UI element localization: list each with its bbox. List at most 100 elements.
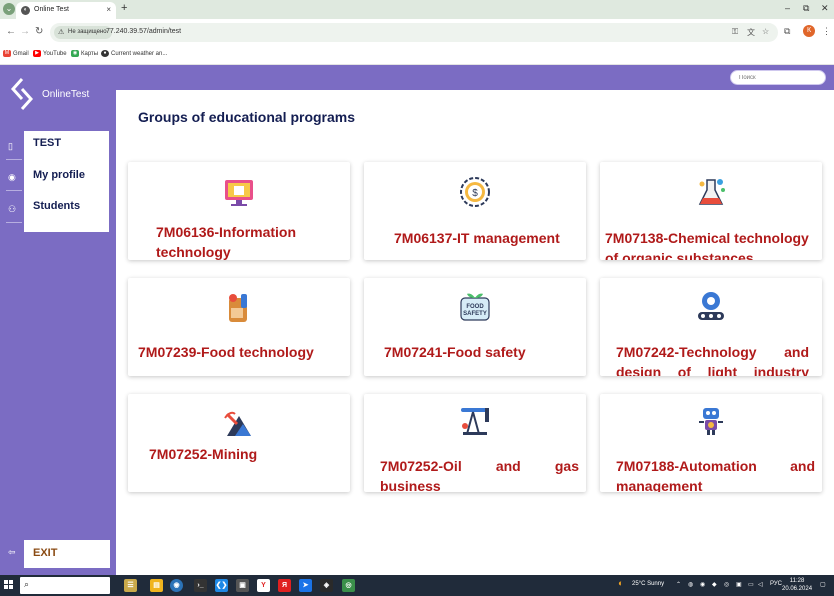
language-indicator[interactable]: РУС	[770, 581, 782, 587]
program-card[interactable]: 7M07252-Mining	[128, 394, 350, 492]
bookmark-gmail[interactable]: M Gmail	[3, 50, 29, 57]
tab-close-icon[interactable]: ×	[106, 5, 111, 14]
translate-icon[interactable]: 文	[747, 27, 755, 38]
sidebar-item-students[interactable]: Students	[33, 200, 80, 212]
app-icon[interactable]: ◈	[320, 579, 333, 592]
program-card[interactable]: 7M07239-Food technology	[128, 278, 350, 376]
vscode-icon[interactable]: ❮❯	[215, 579, 228, 592]
youtube-icon: ▶	[33, 50, 41, 57]
group-icon[interactable]: ⚇	[8, 204, 16, 215]
chrome-active-icon[interactable]: ◎	[342, 579, 355, 592]
clock-time: 11:28	[789, 578, 805, 584]
taskbar-search[interactable]: ⌕	[20, 577, 110, 594]
browser-toolbar: ← → ↻ ⚠ Не защищено 77.240.39.57/admin/t…	[0, 19, 834, 46]
chrome-app-icon[interactable]: ◉	[170, 579, 183, 592]
taskbar-widget-icon[interactable]: ☰	[124, 579, 137, 592]
svg-text:FOOD: FOOD	[466, 304, 484, 310]
program-card[interactable]: FOOD SAFETY 7M07241-Food safety	[364, 278, 586, 376]
photos-icon[interactable]: ▣	[236, 579, 249, 592]
program-card[interactable]: 7M07188-Automation and management	[600, 394, 822, 492]
user-icon[interactable]: ◉	[8, 172, 16, 183]
sidebar-menu: TEST My profile Students	[24, 131, 109, 232]
bookmark-youtube[interactable]: ▶ YouTube	[33, 50, 67, 57]
browser-menu-icon[interactable]: ⋮	[822, 26, 831, 37]
program-label: 7M07242-Technology and design of light i…	[616, 344, 809, 376]
bookmark-label: Gmail	[13, 50, 29, 57]
program-card[interactable]: 7M07242-Technology and design of light i…	[600, 278, 822, 376]
forward-arrow-icon[interactable]: →	[20, 26, 30, 37]
volume-icon[interactable]: ◁	[758, 581, 763, 588]
back-arrow-icon[interactable]: ←	[6, 26, 16, 37]
oil-pump-icon	[461, 408, 489, 435]
file-explorer-icon[interactable]: ▤	[150, 579, 163, 592]
grocery-bag-icon	[229, 294, 247, 322]
windows-start-icon[interactable]	[4, 580, 14, 590]
tab-title: Online Test	[34, 6, 69, 13]
tray-app-icon[interactable]: ▣	[736, 581, 742, 588]
gear-conveyor-icon	[698, 292, 724, 320]
program-label: 7M07239-Food technology	[138, 344, 314, 360]
program-card[interactable]: $ 7M06137-IT management	[364, 162, 586, 260]
bookmarks-bar: M Gmail ▶ YouTube ◉ Карты ● Current weat…	[0, 46, 834, 65]
new-tab-button[interactable]: +	[121, 2, 127, 14]
security-chip[interactable]: ⚠ Не защищено	[54, 26, 112, 39]
bookmark-maps[interactable]: ◉ Карты	[71, 50, 98, 57]
security-label: Не защищено	[68, 29, 107, 35]
program-card[interactable]: 7M06136-Information technology	[128, 162, 350, 260]
weather-icon: ●	[101, 50, 109, 57]
sidebar-item-my-profile[interactable]: My profile	[33, 169, 85, 181]
terminal-icon[interactable]: ›_	[194, 579, 207, 592]
tray-app-icon[interactable]: ◆	[712, 581, 717, 588]
notifications-icon[interactable]: ▢	[820, 581, 826, 588]
sidebar-divider	[6, 190, 22, 191]
program-label: 7M07138-Chemical technology of organic s…	[605, 230, 809, 260]
extensions-icon[interactable]: ⧉	[784, 26, 790, 37]
sidebar-divider	[6, 222, 22, 223]
program-label: 7M07188-Automation and management	[616, 458, 815, 492]
warning-icon: ⚠	[58, 29, 65, 36]
restore-button[interactable]: ⧉	[803, 3, 809, 14]
tray-app-icon[interactable]: ◎	[724, 581, 729, 588]
exit-label: EXIT	[33, 547, 58, 559]
exit-icon[interactable]: ⇦	[8, 547, 16, 558]
profile-avatar[interactable]: К	[803, 25, 815, 37]
yandex-browser-icon[interactable]: Я	[278, 579, 291, 592]
bookmark-label: Карты	[81, 50, 99, 57]
page-title: Groups of educational programs	[138, 109, 356, 125]
tray-app-icon[interactable]: ◉	[700, 581, 705, 588]
taskbar-clock[interactable]: 11:28 20.06.2024	[782, 577, 812, 593]
tray-app-icon[interactable]: ◍	[688, 581, 693, 588]
sidebar-item-test[interactable]: TEST	[33, 137, 61, 149]
site-favicon-icon: ◐	[21, 6, 30, 15]
network-icon[interactable]: ▭	[748, 581, 754, 588]
program-card[interactable]: 7M07252-Oil and gas business	[364, 394, 586, 492]
food-safety-badge-icon: FOOD SAFETY	[460, 293, 490, 321]
sidebar: OnlineTest ▯ ◉ ⚇ TEST My profile Student…	[0, 65, 116, 575]
logo-text: OnlineTest	[42, 89, 90, 100]
yandex-icon[interactable]: Y	[257, 579, 270, 592]
tab-search-icon[interactable]: ⌄	[3, 3, 15, 15]
pickaxe-mountain-icon	[224, 411, 251, 436]
password-key-icon[interactable]: ⚿	[732, 27, 738, 37]
url-text[interactable]: 77.240.39.57/admin/test	[106, 28, 181, 35]
bookmark-weather[interactable]: ● Current weather an...	[101, 50, 167, 57]
chemistry-flask-icon	[698, 179, 725, 205]
program-card[interactable]: 7M07138-Chemical technology of organic s…	[600, 162, 822, 260]
weather-text[interactable]: 25°C Sunny	[632, 581, 664, 587]
close-window-button[interactable]: ✕	[821, 3, 829, 14]
windows-taskbar: ⌕ ☰ ▤ ◉ ›_ ❮❯ ▣ Y Я ➤ ◈ ◎ ◐ 25°C Sunny ⌃…	[0, 575, 834, 596]
bookmark-star-icon[interactable]: ☆	[762, 27, 769, 36]
search-icon: ⌕	[24, 579, 30, 589]
sidebar-divider	[6, 159, 22, 160]
exit-button[interactable]: EXIT	[24, 540, 110, 568]
address-bar[interactable]: ⚠ Не защищено 77.240.39.57/admin/test ⚿ …	[50, 23, 778, 42]
book-icon[interactable]: ▯	[8, 141, 13, 152]
telegram-icon[interactable]: ➤	[299, 579, 312, 592]
browser-tabstrip: ⌄ ◐ Online Test × + – ⧉ ✕	[0, 0, 834, 19]
minimize-button[interactable]: –	[785, 3, 790, 13]
search-input[interactable]	[730, 70, 826, 85]
reload-icon[interactable]: ↻	[35, 26, 43, 37]
browser-tab[interactable]: ◐ Online Test ×	[16, 2, 116, 19]
gmail-icon: M	[3, 50, 11, 57]
tray-chevron-icon[interactable]: ⌃	[676, 581, 681, 588]
